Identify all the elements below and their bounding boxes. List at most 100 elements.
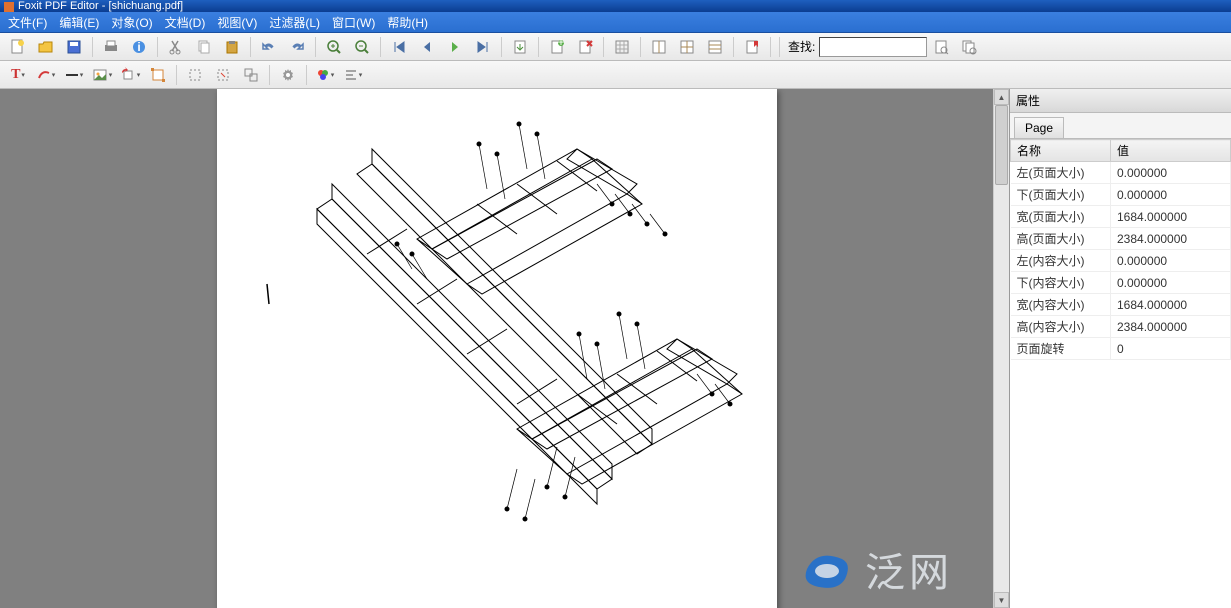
edit-object-button[interactable]: [211, 63, 235, 87]
redo-button[interactable]: [285, 35, 309, 59]
prop-value: 0.000000: [1111, 184, 1231, 206]
text-tool-button[interactable]: T: [6, 63, 30, 87]
table-row[interactable]: 左(内容大小)0.000000: [1011, 250, 1231, 272]
layout-3-button[interactable]: [703, 35, 727, 59]
titlebar-text: Foxit PDF Editor - [shichuang.pdf]: [18, 0, 183, 12]
canvas-area[interactable]: 泛网: [0, 89, 993, 608]
menu-view[interactable]: 视图(V): [211, 12, 263, 33]
import-page-button[interactable]: [508, 35, 532, 59]
print-button[interactable]: [99, 35, 123, 59]
menu-window[interactable]: 窗口(W): [326, 12, 381, 33]
settings-button[interactable]: [276, 63, 300, 87]
titlebar: Foxit PDF Editor - [shichuang.pdf]: [0, 0, 1231, 12]
menu-file[interactable]: 文件(F): [2, 12, 53, 33]
separator: [733, 37, 734, 57]
separator: [538, 37, 539, 57]
col-name[interactable]: 名称: [1011, 140, 1111, 162]
svg-text:+: +: [557, 39, 564, 49]
cut-button[interactable]: [164, 35, 188, 59]
line-tool-button[interactable]: [62, 63, 86, 87]
align-button[interactable]: [341, 63, 365, 87]
workarea: 泛网 ▲ ▼ 属性 Page 名称 值 左(页面大小)0.000000下(页面大…: [0, 89, 1231, 608]
page-tab[interactable]: Page: [1014, 117, 1064, 138]
info-button[interactable]: i: [127, 35, 151, 59]
copy-button[interactable]: [192, 35, 216, 59]
prop-value: 2384.000000: [1111, 316, 1231, 338]
table-row[interactable]: 宽(页面大小)1684.000000: [1011, 206, 1231, 228]
table-row[interactable]: 高(页面大小)2384.000000: [1011, 228, 1231, 250]
layout-2-button[interactable]: [675, 35, 699, 59]
separator: [770, 37, 771, 57]
watermark: 泛网: [797, 540, 953, 598]
prop-name: 高(内容大小): [1011, 316, 1111, 338]
separator: [380, 37, 381, 57]
separator: [157, 37, 158, 57]
zoom-in-button[interactable]: [322, 35, 346, 59]
search-input[interactable]: [819, 37, 927, 57]
menu-object[interactable]: 对象(O): [105, 12, 158, 33]
prop-value: 0.000000: [1111, 250, 1231, 272]
prop-name: 宽(内容大小): [1011, 294, 1111, 316]
properties-table: 名称 值 左(页面大小)0.000000下(页面大小)0.000000宽(页面大…: [1010, 139, 1231, 360]
table-row[interactable]: 下(内容大小)0.000000: [1011, 272, 1231, 294]
image-tool-button[interactable]: [90, 63, 114, 87]
group-button[interactable]: [239, 63, 263, 87]
delete-page-button[interactable]: [573, 35, 597, 59]
prop-name: 高(页面大小): [1011, 228, 1111, 250]
shape-tool-button[interactable]: [34, 63, 58, 87]
scroll-up-button[interactable]: ▲: [994, 89, 1009, 105]
find-next-button[interactable]: [929, 35, 953, 59]
menu-help[interactable]: 帮助(H): [381, 12, 434, 33]
first-page-button[interactable]: [387, 35, 411, 59]
select-tool-button[interactable]: [183, 63, 207, 87]
insert-page-button[interactable]: +: [545, 35, 569, 59]
menu-document[interactable]: 文档(D): [159, 12, 212, 33]
grid-button[interactable]: [610, 35, 634, 59]
bookmark-button[interactable]: [740, 35, 764, 59]
table-row[interactable]: 左(页面大小)0.000000: [1011, 162, 1231, 184]
prop-value: 2384.000000: [1111, 228, 1231, 250]
cad-drawing: [217, 89, 777, 608]
scroll-down-button[interactable]: ▼: [994, 592, 1009, 608]
menu-edit[interactable]: 编辑(E): [53, 12, 105, 33]
separator: [501, 37, 502, 57]
col-value[interactable]: 值: [1111, 140, 1231, 162]
separator: [640, 37, 641, 57]
color-button[interactable]: [313, 63, 337, 87]
find-all-button[interactable]: [957, 35, 981, 59]
table-row[interactable]: 宽(内容大小)1684.000000: [1011, 294, 1231, 316]
paste-button[interactable]: [220, 35, 244, 59]
layout-1-button[interactable]: [647, 35, 671, 59]
scroll-thumb[interactable]: [995, 105, 1008, 185]
watermark-text: 泛网: [865, 540, 953, 598]
properties-panel: 属性 Page 名称 值 左(页面大小)0.000000下(页面大小)0.000…: [1009, 89, 1231, 608]
new-button[interactable]: [6, 35, 30, 59]
separator: [269, 65, 270, 85]
prev-page-button[interactable]: [415, 35, 439, 59]
prop-name: 下(内容大小): [1011, 272, 1111, 294]
transform-button[interactable]: [146, 63, 170, 87]
table-row[interactable]: 下(页面大小)0.000000: [1011, 184, 1231, 206]
undo-button[interactable]: [257, 35, 281, 59]
page-canvas[interactable]: [217, 89, 777, 608]
prop-name: 下(页面大小): [1011, 184, 1111, 206]
separator: [92, 37, 93, 57]
separator: [315, 37, 316, 57]
rotate-button[interactable]: [118, 63, 142, 87]
prop-name: 页面旋转: [1011, 338, 1111, 360]
vertical-scrollbar[interactable]: ▲ ▼: [993, 89, 1009, 608]
zoom-out-button[interactable]: [350, 35, 374, 59]
prop-name: 左(内容大小): [1011, 250, 1111, 272]
prop-value: 0: [1111, 338, 1231, 360]
svg-text:i: i: [137, 40, 140, 54]
search-label: 查找:: [788, 38, 815, 55]
menu-filter[interactable]: 过滤器(L): [263, 12, 326, 33]
toolbar-edit: T: [0, 61, 1231, 89]
save-button[interactable]: [62, 35, 86, 59]
toolbar-main: i + 查找:: [0, 33, 1231, 61]
table-row[interactable]: 页面旋转0: [1011, 338, 1231, 360]
open-button[interactable]: [34, 35, 58, 59]
last-page-button[interactable]: [471, 35, 495, 59]
next-page-button[interactable]: [443, 35, 467, 59]
table-row[interactable]: 高(内容大小)2384.000000: [1011, 316, 1231, 338]
